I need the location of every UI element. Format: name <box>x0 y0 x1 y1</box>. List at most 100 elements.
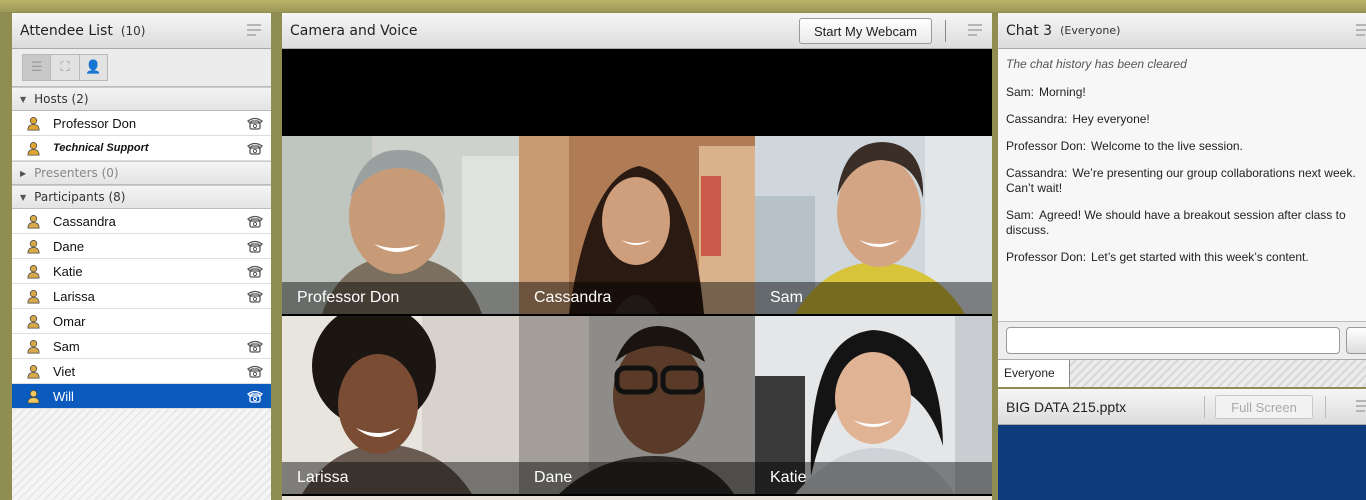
participant-icon <box>26 239 41 254</box>
header-divider <box>1204 396 1205 418</box>
video-tile-partial <box>282 496 519 500</box>
attendee-row[interactable]: Will <box>12 384 271 409</box>
participants-section-label: Participants (8) <box>34 190 126 204</box>
chat-cleared-notice: The chat history has been cleared <box>1006 57 1187 71</box>
pod-menu-icon[interactable] <box>968 24 982 36</box>
attendee-name: Katie <box>53 263 83 279</box>
chat-messages: Sam: Morning! Cassandra: Hey everyone! Profe… <box>1006 85 1358 265</box>
attendee-row[interactable]: Larissa <box>12 284 271 309</box>
attendee-row[interactable]: Technical Support <box>12 136 271 161</box>
participant-icon <box>26 389 41 404</box>
attendee-name: Dane <box>53 238 85 254</box>
phone-icon <box>246 289 264 303</box>
chat-message-text: Agreed! We should have a breakout sessio… <box>1006 208 1346 237</box>
chat-message-author: Professor Don: <box>1006 139 1087 153</box>
attendee-name: Sam <box>53 338 80 354</box>
pod-menu-icon[interactable] <box>1356 24 1366 36</box>
hosts-section-label: Hosts (2) <box>34 92 89 106</box>
attendee-row[interactable]: Sam <box>12 334 271 359</box>
pod-menu-icon[interactable] <box>1356 400 1366 412</box>
chat-input-area <box>998 321 1366 359</box>
attendee-row[interactable]: Omar <box>12 309 271 334</box>
attendee-pod-header: Attendee List (10) <box>12 13 271 49</box>
participant-icon <box>26 339 41 354</box>
attendee-count: (10) <box>120 23 146 38</box>
phone-icon <box>246 116 264 130</box>
attendee-name: Will <box>53 388 74 404</box>
tile-name-label: Professor Don <box>282 282 519 314</box>
shared-file-title: BIG DATA 215.pptx <box>1006 398 1127 415</box>
chat-message-author: Cassandra: <box>1006 166 1068 180</box>
chat-tab-everyone[interactable]: Everyone <box>998 360 1070 387</box>
phone-icon <box>246 364 264 378</box>
collapse-arrow-icon: ▼ <box>20 94 27 104</box>
hosts-list: Professor Don Technical Support <box>12 111 271 161</box>
attendee-row[interactable]: Professor Don <box>12 111 271 136</box>
attendee-name: Omar <box>53 313 86 329</box>
phone-icon <box>246 239 264 253</box>
attendee-name: Professor Don <box>53 115 137 131</box>
participant-icon <box>26 214 41 229</box>
start-webcam-button[interactable]: Start My Webcam <box>798 18 932 44</box>
tile-name-label: Cassandra <box>519 282 755 314</box>
video-tile-partial <box>755 496 992 500</box>
chat-message-author: Sam: <box>1006 208 1035 222</box>
video-tile-sam[interactable]: Sam <box>755 136 992 314</box>
chat-message-input[interactable] <box>1006 327 1340 354</box>
phone-icon <box>246 264 264 278</box>
expand-arrow-icon: ▶ <box>20 168 27 178</box>
attendee-row[interactable]: Dane <box>12 234 271 259</box>
chat-message-text: Hey everyone! <box>1072 112 1150 126</box>
view-mode-group: ☰ ⛶ 👤 <box>22 54 108 81</box>
video-tile-professor-don[interactable]: Professor Don <box>282 136 519 314</box>
attendee-name: Cassandra <box>53 213 116 229</box>
chat-message: Professor Don: Let’s get started with thi… <box>1006 250 1358 265</box>
participants-section-header[interactable]: ▼ Participants (8) <box>12 185 271 209</box>
attendee-row[interactable]: Viet <box>12 359 271 384</box>
phone-icon <box>246 141 264 155</box>
tile-name-label: Katie <box>755 462 992 494</box>
chat-message-author: Cassandra: <box>1006 112 1068 126</box>
chat-message-author: Professor Don: <box>1006 250 1087 264</box>
chat-message-text: Welcome to the live session. <box>1091 139 1243 153</box>
video-tile-larissa[interactable]: Larissa <box>282 316 519 494</box>
participant-icon <box>26 364 41 379</box>
host-icon <box>26 141 41 156</box>
chat-scope: (Everyone) <box>1060 24 1121 37</box>
pod-menu-icon[interactable] <box>247 24 261 36</box>
attendee-status-view-icon[interactable]: 👤 <box>80 55 107 80</box>
attendee-row[interactable]: Cassandra <box>12 209 271 234</box>
chat-message: Sam: Morning! <box>1006 85 1358 100</box>
tile-name-label: Sam <box>755 282 992 314</box>
video-tile-katie[interactable]: Katie <box>755 316 992 494</box>
video-tile-dane[interactable]: Dane <box>519 316 755 494</box>
phone-icon <box>246 339 264 353</box>
chat-message-text: Let’s get started with this week’s conte… <box>1091 250 1309 264</box>
send-message-button[interactable] <box>1346 327 1366 354</box>
attendee-name: Technical Support <box>53 142 149 154</box>
hosts-section-header[interactable]: ▼ Hosts (2) <box>12 87 271 111</box>
collapse-arrow-icon: ▼ <box>20 192 27 202</box>
participant-icon <box>26 264 41 279</box>
full-screen-button[interactable]: Full Screen <box>1215 395 1313 419</box>
list-view-icon[interactable]: ☰ <box>23 55 52 80</box>
chat-pod-title: Chat 3 <box>1006 22 1053 39</box>
video-grid: Professor Don Cassandra Sam Larissa Dane… <box>282 136 992 500</box>
video-tile-cassandra[interactable]: Cassandra <box>519 136 755 314</box>
breakout-view-icon[interactable]: ⛶ <box>51 55 80 80</box>
phone-icon <box>246 389 264 403</box>
chat-tab-bar: Everyone <box>998 359 1366 387</box>
presenters-section-header[interactable]: ▶ Presenters (0) <box>12 161 271 185</box>
header-divider <box>945 20 946 42</box>
attendee-name: Viet <box>53 363 76 379</box>
presenters-section-label: Presenters (0) <box>34 166 119 180</box>
attendee-list-pod: Attendee List (10) ☰ ⛶ 👤 ▼ Hosts (2) Pro… <box>12 13 271 500</box>
tile-name-label: Larissa <box>282 462 519 494</box>
chat-message-text: Morning! <box>1039 85 1086 99</box>
app-frame <box>0 0 1366 12</box>
chat-message: Sam: Agreed! We should have a breakout se… <box>1006 208 1358 238</box>
chat-pod-header: Chat 3 (Everyone) <box>998 13 1366 49</box>
attendee-row[interactable]: Katie <box>12 259 271 284</box>
share-pod: BIG DATA 215.pptx Full Screen <box>998 389 1366 500</box>
participant-icon <box>26 314 41 329</box>
